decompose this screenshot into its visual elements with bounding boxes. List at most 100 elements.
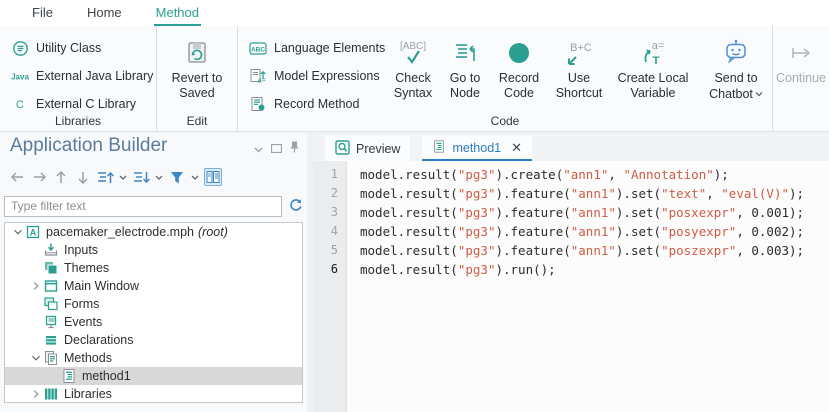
create-local-variable-button[interactable]: a=T Create Local Variable bbox=[610, 28, 696, 102]
continue-label: Continue bbox=[776, 71, 826, 86]
continue-button[interactable]: Continue bbox=[773, 28, 829, 86]
string-literal: "pg3" bbox=[458, 205, 496, 220]
c-icon: C bbox=[10, 95, 30, 113]
code-line[interactable]: model.result("pg3").feature("ann1").set(… bbox=[360, 203, 829, 222]
method-doc-icon bbox=[432, 139, 446, 157]
revert-to-saved-button[interactable]: Revert to Saved bbox=[165, 28, 229, 101]
filter-caret-icon[interactable] bbox=[190, 168, 200, 186]
send-to-chatbot-button[interactable]: Send to Chatbot bbox=[696, 28, 776, 102]
back-arrow-icon[interactable] bbox=[8, 168, 26, 186]
filter-funnel-icon[interactable] bbox=[168, 168, 186, 186]
tree-item-main-window[interactable]: Main Window bbox=[5, 277, 302, 295]
go-to-node-button[interactable]: Go to Node bbox=[440, 28, 490, 102]
continue-icon bbox=[786, 35, 816, 71]
check-syntax-icon: [ABC] bbox=[396, 35, 430, 71]
expander-spacer bbox=[29, 315, 43, 329]
tree-item-events[interactable]: Events bbox=[5, 313, 302, 331]
tree-item-declarations[interactable]: Declarations bbox=[5, 331, 302, 349]
tree-item-forms[interactable]: Forms bbox=[5, 295, 302, 313]
tab-file[interactable]: File bbox=[30, 1, 55, 26]
panel-menu-chevron-icon[interactable] bbox=[254, 141, 263, 156]
use-shortcut-button[interactable]: B+C Use Shortcut bbox=[548, 28, 610, 102]
down-arrow-icon[interactable] bbox=[74, 168, 92, 186]
code-line[interactable]: model.result("pg3").create("ann1", "Anno… bbox=[360, 165, 829, 184]
tab-method[interactable]: Method bbox=[154, 1, 201, 26]
language-elements-button[interactable]: ABC Language Elements bbox=[248, 34, 385, 62]
svg-text:a=: a= bbox=[257, 76, 266, 85]
record-method-label: Record Method bbox=[274, 97, 359, 111]
tree-item-inputs[interactable]: Inputs bbox=[5, 241, 302, 259]
ribbon-tab-bar: File Home Method bbox=[0, 0, 829, 26]
go-to-node-label: Go to Node bbox=[443, 71, 487, 101]
move-down-caret-icon[interactable] bbox=[154, 168, 164, 186]
code-line[interactable]: model.result("pg3").feature("ann1").set(… bbox=[360, 241, 829, 260]
ribbon: Utility Class Java External Java Library… bbox=[0, 26, 829, 132]
code-line[interactable]: model.result("pg3").run(); bbox=[360, 260, 829, 279]
external-c-library-label: External C Library bbox=[36, 97, 136, 111]
utility-class-label: Utility Class bbox=[36, 41, 101, 55]
forward-arrow-icon[interactable] bbox=[30, 168, 48, 186]
model-expressions-button[interactable]: a= Model Expressions bbox=[248, 62, 385, 90]
code-text: model.result( bbox=[360, 243, 458, 258]
tree-item-label: pacemaker_electrode.mph bbox=[46, 225, 194, 239]
tree-item-label: Forms bbox=[64, 297, 99, 311]
code-text: ).set( bbox=[616, 186, 661, 201]
expander-down-icon[interactable] bbox=[29, 351, 43, 365]
code-text: model.result( bbox=[360, 186, 458, 201]
go-to-node-icon bbox=[451, 35, 479, 71]
expander-right-icon[interactable] bbox=[29, 387, 43, 401]
move-up-caret-icon[interactable] bbox=[118, 168, 128, 186]
string-literal: "ann1" bbox=[571, 224, 616, 239]
method-icon bbox=[61, 368, 77, 384]
filter-input[interactable] bbox=[4, 196, 282, 217]
code-line[interactable]: model.result("pg3").feature("ann1").set(… bbox=[360, 184, 829, 203]
expander-right-icon[interactable] bbox=[29, 279, 43, 293]
code-text: ); bbox=[789, 186, 804, 201]
code-line[interactable]: model.result("pg3").feature("ann1").set(… bbox=[360, 222, 829, 241]
check-syntax-label: Check Syntax bbox=[389, 71, 437, 101]
expander-spacer bbox=[47, 369, 61, 383]
code-text: , 0.001); bbox=[736, 205, 804, 220]
show-in-settings-toggle-icon[interactable] bbox=[204, 168, 222, 186]
ribbon-group-edit: Revert to Saved Edit bbox=[157, 26, 238, 131]
declarations-icon bbox=[43, 332, 59, 348]
up-arrow-icon[interactable] bbox=[52, 168, 70, 186]
tab-preview[interactable]: Preview bbox=[325, 136, 410, 161]
expander-down-icon[interactable] bbox=[11, 225, 25, 239]
tab-method1[interactable]: method1 ✕ bbox=[422, 136, 532, 161]
tree-item-methods[interactable]: Methods bbox=[5, 349, 302, 367]
close-tab-icon[interactable]: ✕ bbox=[511, 140, 522, 156]
move-up-list-icon[interactable] bbox=[96, 168, 114, 186]
float-window-icon[interactable] bbox=[271, 141, 282, 156]
tab-home[interactable]: Home bbox=[85, 1, 124, 26]
svg-text:T: T bbox=[653, 55, 660, 67]
string-literal: "poszexpr" bbox=[661, 243, 736, 258]
chevron-down-icon[interactable] bbox=[755, 86, 763, 101]
tree-item-themes[interactable]: Themes bbox=[5, 259, 302, 277]
move-down-list-icon[interactable] bbox=[132, 168, 150, 186]
main-area: Application Builder Apacemaker_electrode… bbox=[0, 133, 829, 412]
pin-icon[interactable] bbox=[290, 141, 299, 156]
code-area[interactable]: model.result("pg3").create("ann1", "Anno… bbox=[347, 161, 829, 412]
string-literal: "pg3" bbox=[458, 186, 496, 201]
model-expressions-label: Model Expressions bbox=[274, 69, 380, 83]
code-text: , bbox=[706, 186, 721, 201]
record-code-label: Record Code bbox=[493, 71, 545, 101]
use-shortcut-icon: B+C bbox=[562, 35, 596, 71]
string-literal: "ann1" bbox=[571, 186, 616, 201]
methods-icon bbox=[43, 350, 59, 366]
svg-text:A: A bbox=[30, 228, 37, 238]
record-code-button[interactable]: Record Code bbox=[490, 28, 548, 102]
code-text: , 0.003); bbox=[736, 243, 804, 258]
expander-spacer bbox=[29, 297, 43, 311]
utility-class-button[interactable]: Utility Class bbox=[10, 34, 153, 62]
tree-item-libraries[interactable]: Libraries bbox=[5, 385, 302, 403]
tree-item-pacemaker-electrode-mph[interactable]: Apacemaker_electrode.mph(root) bbox=[5, 223, 302, 241]
string-literal: "ann1" bbox=[563, 167, 608, 182]
refresh-icon[interactable] bbox=[288, 197, 303, 215]
line-number-gutter: 123456 bbox=[313, 161, 347, 412]
tree-item-method1[interactable]: method1 bbox=[5, 367, 302, 385]
tree-item-label: Events bbox=[64, 315, 102, 329]
check-syntax-button[interactable]: [ABC] Check Syntax bbox=[386, 28, 440, 102]
external-java-library-button[interactable]: Java External Java Library bbox=[10, 62, 153, 90]
